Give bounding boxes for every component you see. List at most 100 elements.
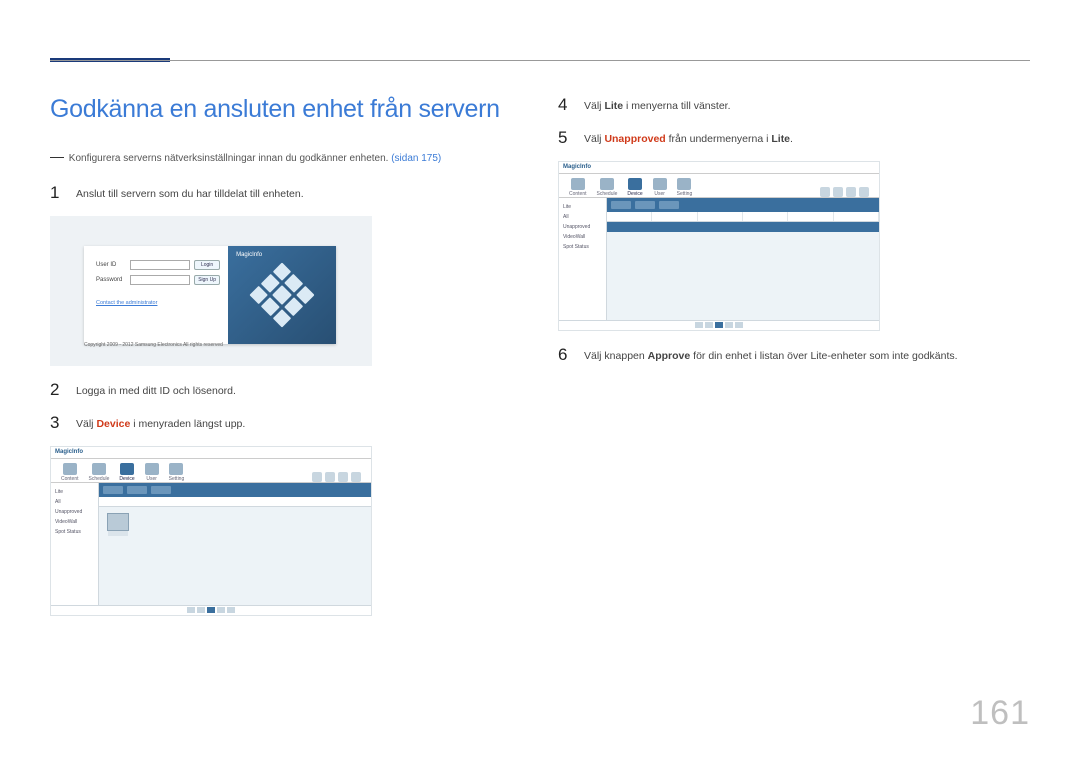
tab-setting[interactable]: Setting [677,178,693,197]
table-row-selected[interactable] [607,222,879,232]
tab-user[interactable]: User [145,463,159,482]
copyright: Copyright 2009 - 2012 Samsung Electronic… [84,342,223,348]
pager-btn[interactable] [705,322,713,328]
note-dash: ― [50,148,64,164]
side-spotstatus[interactable]: Spot Status [563,242,602,252]
contact-admin-link[interactable]: Contact the administrator [96,300,157,306]
tool-btn[interactable] [659,201,679,209]
util-icon[interactable] [833,187,843,197]
pager-btn[interactable] [187,607,195,613]
app-util-icons [312,472,361,482]
content-icon [571,178,585,190]
user-icon [145,463,159,475]
util-icon[interactable] [312,472,322,482]
step-text: Välj knappen Approve för din enhet i lis… [584,345,958,366]
pager-current[interactable] [207,607,215,613]
pager-btn[interactable] [735,322,743,328]
page-number: 161 [970,694,1030,733]
pager-current[interactable] [715,322,723,328]
app-pager [51,605,371,615]
step-2: 2 Logga in med ditt ID och lösenord. [50,380,522,401]
tab-setting[interactable]: Setting [169,463,185,482]
left-column: Godkänna en ansluten enhet från servern … [50,95,522,630]
side-lite[interactable]: Lite [55,487,94,497]
tab-device[interactable]: Device [119,463,134,482]
step-number: 3 [50,413,62,433]
app-body: Lite All Unapproved VideoWall Spot Statu… [559,198,879,320]
screenshot-unapproved: MagicInfo Content Schedule Device User S… [558,161,880,331]
brand-label: MagicInfo [236,252,262,258]
util-icon[interactable] [859,187,869,197]
pager-btn[interactable] [695,322,703,328]
pager-btn[interactable] [227,607,235,613]
step-3: 3 Välj Device i menyraden längst upp. [50,413,522,434]
step-text: Välj Device i menyraden längst upp. [76,413,245,434]
login-row-user: User ID Login [96,260,220,270]
side-lite[interactable]: Lite [563,202,602,212]
user-icon [653,178,667,190]
device-icon [628,178,642,190]
schedule-icon [92,463,106,475]
step-number: 6 [558,345,570,365]
util-icon[interactable] [338,472,348,482]
util-icon[interactable] [325,472,335,482]
tab-content[interactable]: Content [61,463,79,482]
tool-btn[interactable] [611,201,631,209]
step-6: 6 Välj knappen Approve för din enhet i l… [558,345,1030,366]
side-all[interactable]: All [563,212,602,222]
pager-btn[interactable] [725,322,733,328]
login-form: User ID Login Password Sign Up Contact t… [84,246,228,344]
content-columns: Godkänna en ansluten enhet från servern … [50,95,1030,630]
schedule-icon [600,178,614,190]
user-label: User ID [96,262,126,268]
pager-btn[interactable] [217,607,225,613]
login-button[interactable]: Login [194,260,220,270]
app-toolbar [99,483,371,497]
user-input[interactable] [130,260,190,270]
side-all[interactable]: All [55,497,94,507]
tab-schedule[interactable]: Schedule [89,463,110,482]
tab-schedule[interactable]: Schedule [597,178,618,197]
tool-btn[interactable] [127,486,147,494]
step-1: 1 Anslut till servern som du har tilldel… [50,183,522,204]
pass-input[interactable] [130,275,190,285]
page-title: Godkänna en ansluten enhet från servern [50,95,522,124]
step-number: 1 [50,183,62,203]
app-util-icons [820,187,869,197]
util-icon[interactable] [846,187,856,197]
content-icon [63,463,77,475]
device-thumb[interactable] [107,513,129,531]
util-icon[interactable] [351,472,361,482]
app-main [99,483,371,605]
tab-content[interactable]: Content [569,178,587,197]
table-empty [607,232,879,320]
step-number: 5 [558,128,570,148]
side-videowall[interactable]: VideoWall [55,517,94,527]
tab-device[interactable]: Device [627,178,642,197]
side-videowall[interactable]: VideoWall [563,232,602,242]
config-note: ― Konfigurera serverns nätverksinställni… [50,146,522,167]
tab-user[interactable]: User [653,178,667,197]
tool-btn[interactable] [635,201,655,209]
login-card: User ID Login Password Sign Up Contact t… [84,246,336,344]
tool-btn[interactable] [103,486,123,494]
side-spotstatus[interactable]: Spot Status [55,527,94,537]
side-unapproved[interactable]: Unapproved [55,507,94,517]
note-link[interactable]: (sidan 175) [391,153,441,164]
app-pager [559,320,879,330]
step-text: Logga in med ditt ID och lösenord. [76,380,236,401]
step-number: 2 [50,380,62,400]
app-tabs: Content Schedule Device User Setting [559,174,879,198]
pager-btn[interactable] [197,607,205,613]
brand-graphic [250,262,315,327]
tool-btn[interactable] [151,486,171,494]
app-titlebar: MagicInfo [51,447,371,459]
signup-button[interactable]: Sign Up [194,275,220,285]
app-logo: MagicInfo [563,164,591,170]
app-tabs: Content Schedule Device User Setting [51,459,371,483]
device-icon [120,463,134,475]
util-icon[interactable] [820,187,830,197]
side-unapproved[interactable]: Unapproved [563,222,602,232]
app-body: Lite All Unapproved VideoWall Spot Statu… [51,483,371,605]
screenshot-login: User ID Login Password Sign Up Contact t… [50,216,372,366]
